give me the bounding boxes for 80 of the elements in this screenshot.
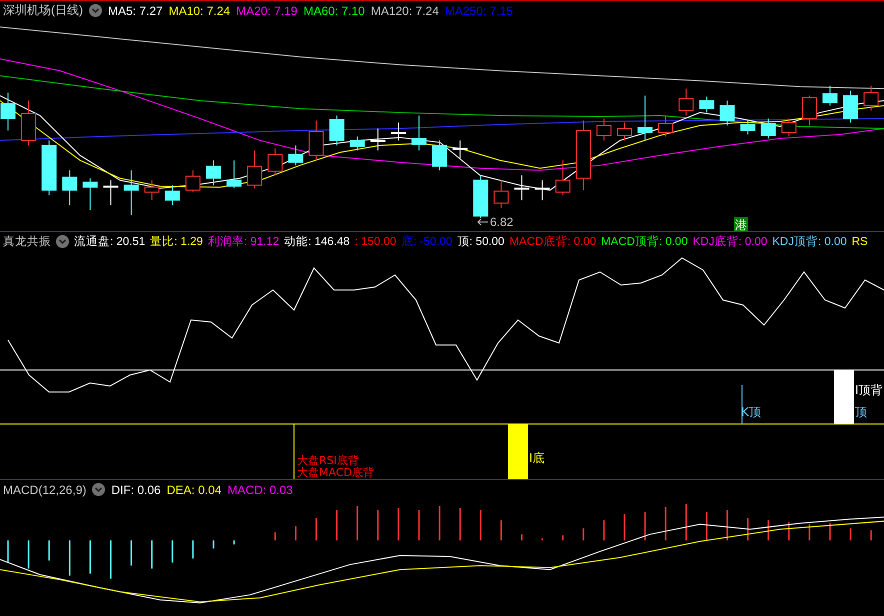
candlestick (268, 148, 283, 176)
candlestick (185, 170, 200, 193)
indicator-value: MA120: 7.24 (370, 4, 439, 18)
candlestick (124, 170, 139, 216)
candlestick (288, 144, 304, 166)
indicator-value: MACD: 0.03 (227, 482, 293, 496)
indicator-value: KDJ底背: 0.00 (692, 234, 768, 249)
candlestick (370, 128, 386, 151)
panel-title: MACD(12,26,9) (3, 482, 86, 496)
candlestick (329, 115, 344, 146)
candlestick (802, 95, 817, 126)
candlestick (42, 140, 57, 196)
indicator-value: MA5: 7.27 (108, 4, 163, 18)
panel-title: 真龙共振 (3, 234, 51, 249)
indicator-value: MACD顶背: 0.00 (601, 234, 688, 249)
indicator-value: MA10: 7.24 (168, 4, 230, 18)
signal-label: 大盘RSI底背 (297, 454, 359, 467)
indicator-value: DEA: 0.04 (166, 482, 222, 496)
candlestick (576, 120, 591, 191)
indicator-value: : 150.00 (354, 236, 396, 248)
indicator-value: MA20: 7.19 (236, 4, 298, 18)
candlestick (82, 178, 98, 211)
signal-label: 顶 (855, 405, 867, 419)
indicator-value: MACD底背: 0.00 (509, 234, 596, 249)
candlestick (555, 160, 570, 196)
candlestick (760, 118, 776, 139)
candlestick (390, 122, 406, 141)
indicator-value: 流通盘: 20.51 (74, 234, 146, 249)
candlestick (308, 120, 324, 161)
indicator-value: 底: -50.00 (401, 234, 452, 249)
signal-bar (508, 424, 528, 479)
candlestick (412, 115, 426, 151)
signal-label: 大盘MACD底背 (297, 466, 374, 479)
candlestick (781, 118, 796, 137)
indicator-value: MA250: 7.15 (444, 4, 513, 18)
signal-label: I顶背 (855, 383, 883, 397)
candlestick (247, 150, 262, 189)
candlestick (350, 136, 365, 151)
candlestick (473, 174, 488, 219)
candlestick (638, 95, 653, 141)
candlestick (864, 85, 879, 112)
candlestick (514, 174, 530, 201)
signal-bar (834, 370, 854, 424)
candlestick (206, 160, 221, 186)
low-price-arrow-icon (477, 218, 488, 226)
panel-title: 深圳机场(日线) (3, 2, 83, 19)
candlestick (164, 184, 180, 206)
indicator-value: 量比: 1.29 (150, 234, 203, 249)
candlestick (658, 115, 674, 137)
candlestick (452, 140, 468, 159)
candlestick (494, 180, 509, 209)
candlestick (822, 85, 838, 106)
candlestick (432, 140, 448, 171)
indicator-value: RS (852, 236, 868, 248)
low-price-label: 6.82 (490, 215, 514, 230)
candlestick (740, 120, 756, 135)
candlestick (720, 100, 735, 126)
indicator-value: 顶: 50.00 (457, 235, 504, 249)
stock-connect-label: 港 (734, 217, 748, 231)
dropdown-icon[interactable] (56, 235, 69, 248)
dropdown-icon[interactable] (89, 4, 102, 17)
candlestick (0, 92, 16, 131)
signal-label: I底 (529, 451, 545, 465)
candlestick (103, 180, 118, 206)
candlestick (144, 180, 160, 201)
indicator-value: 利润率: 91.12 (208, 234, 280, 249)
candlestick (226, 160, 242, 189)
candlestick (699, 96, 714, 114)
candlestick (534, 180, 550, 201)
candlestick (617, 122, 632, 141)
candlestick (62, 170, 78, 206)
indicator-value: MA60: 7.10 (303, 4, 365, 18)
candlestick (843, 90, 858, 124)
candlestick (21, 100, 36, 146)
dropdown-icon[interactable] (92, 483, 106, 496)
indicator-value: KDJ顶背: 0.00 (772, 234, 847, 249)
indicator-value: 动能: 146.48 (284, 234, 350, 249)
candlestick (678, 88, 694, 116)
candlestick (596, 118, 612, 141)
indicator-value: DIF: 0.06 (111, 482, 161, 496)
